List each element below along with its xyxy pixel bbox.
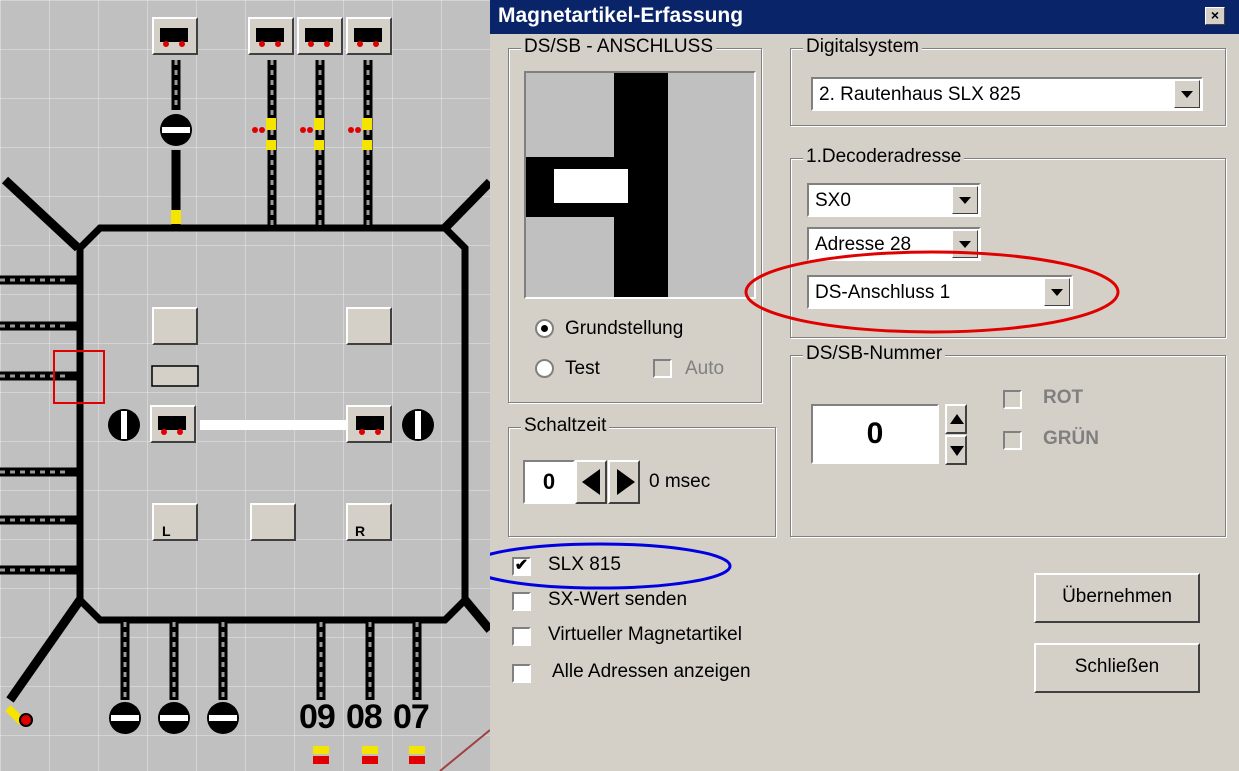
spin-down-button[interactable] bbox=[945, 435, 967, 465]
bus-select[interactable]: SX0 bbox=[807, 183, 981, 217]
track-label-07: 07 bbox=[393, 698, 430, 736]
radio-grundstellung[interactable] bbox=[535, 319, 554, 338]
gruen-label: GRÜN bbox=[1043, 428, 1099, 449]
anschluss-select[interactable]: DS-Anschluss 1 bbox=[807, 275, 1073, 309]
radio-test[interactable] bbox=[535, 359, 554, 378]
dssb-preview bbox=[524, 71, 756, 299]
schaltzeit-group: Schaltzeit 0 0 msec bbox=[508, 415, 776, 537]
rotate-right-button[interactable] bbox=[346, 307, 392, 345]
digitalsystem-legend: Digitalsystem bbox=[803, 36, 922, 58]
rot-label: ROT bbox=[1043, 387, 1084, 408]
track-plan-grid bbox=[0, 0, 490, 771]
track-label-09: 09 bbox=[299, 698, 336, 736]
dssb-anschluss-group: DS/SB - ANSCHLUSS Grundstellung Test Aut… bbox=[508, 36, 762, 403]
digitalsystem-select[interactable]: 2. Rautenhaus SLX 825 bbox=[811, 77, 1203, 111]
schaltzeit-decrease-button[interactable] bbox=[575, 460, 607, 504]
dssb-nummer-legend: DS/SB-Nummer bbox=[803, 343, 946, 365]
auto-checkbox[interactable] bbox=[653, 359, 672, 378]
arrow-left-icon bbox=[582, 469, 600, 495]
sxwert-checkbox[interactable] bbox=[512, 592, 531, 611]
virtuell-checkbox[interactable] bbox=[512, 627, 531, 646]
dssb-nummer-value[interactable]: 0 bbox=[811, 404, 939, 464]
schaltzeit-number: 0 bbox=[542, 469, 556, 494]
turn-left-button[interactable] bbox=[152, 503, 198, 541]
arrow-up-icon bbox=[950, 414, 964, 424]
locomotive-icon[interactable] bbox=[248, 17, 294, 55]
alle-adressen-label: Alle Adressen anzeigen bbox=[552, 661, 751, 682]
track-label-08: 08 bbox=[346, 698, 383, 736]
alle-adressen-checkbox[interactable] bbox=[512, 664, 531, 683]
uebernehmen-label: Übernehmen bbox=[1062, 586, 1172, 607]
chevron-down-icon[interactable] bbox=[952, 230, 978, 258]
schliessen-button[interactable]: Schließen bbox=[1034, 643, 1200, 693]
radio-test-label: Test bbox=[565, 358, 600, 379]
rotate-left-button[interactable] bbox=[152, 307, 198, 345]
schaltzeit-increase-button[interactable] bbox=[608, 460, 640, 504]
dssb-anschluss-legend: DS/SB - ANSCHLUSS bbox=[521, 36, 716, 58]
slx815-label: SLX 815 bbox=[548, 554, 621, 575]
arrow-down-icon bbox=[950, 446, 964, 456]
gruen-checkbox[interactable] bbox=[1003, 431, 1022, 450]
turn-right-button[interactable] bbox=[346, 503, 392, 541]
decoderadresse-legend: 1.Decoderadresse bbox=[803, 146, 965, 168]
address-value: Adresse 28 bbox=[815, 234, 912, 255]
magnetartikel-dialog: Magnetartikel-Erfassung × DS/SB - ANSCHL… bbox=[490, 0, 1239, 771]
slx815-checkbox[interactable]: ✔ bbox=[512, 557, 531, 576]
uebernehmen-button[interactable]: Übernehmen bbox=[1034, 573, 1200, 623]
chevron-down-icon[interactable] bbox=[1044, 278, 1070, 306]
close-button[interactable]: × bbox=[1205, 7, 1225, 25]
auto-label: Auto bbox=[685, 358, 725, 379]
dssb-nummer-number: 0 bbox=[866, 417, 884, 450]
spin-up-button[interactable] bbox=[945, 404, 967, 434]
schliessen-label: Schließen bbox=[1074, 656, 1160, 677]
address-select[interactable]: Adresse 28 bbox=[807, 227, 981, 261]
schaltzeit-legend: Schaltzeit bbox=[521, 415, 610, 437]
dssb-nummer-group: DS/SB-Nummer 0 ROT GRÜN bbox=[790, 343, 1226, 537]
locomotive-icon[interactable] bbox=[152, 17, 198, 55]
radio-grundstellung-label: Grundstellung bbox=[565, 318, 684, 339]
title-bar: Magnetartikel-Erfassung × bbox=[490, 0, 1239, 34]
locomotive-icon[interactable] bbox=[297, 17, 343, 55]
schaltzeit-value[interactable]: 0 bbox=[523, 460, 575, 504]
rot-checkbox[interactable] bbox=[1003, 390, 1022, 409]
schaltzeit-unit: 0 msec bbox=[649, 471, 711, 492]
digitalsystem-group: Digitalsystem 2. Rautenhaus SLX 825 bbox=[790, 36, 1226, 126]
chevron-down-icon[interactable] bbox=[1174, 80, 1200, 108]
digitalsystem-value: 2. Rautenhaus SLX 825 bbox=[819, 84, 1021, 105]
chevron-down-icon[interactable] bbox=[952, 186, 978, 214]
turn-around-button[interactable] bbox=[250, 503, 296, 541]
track-plan[interactable]: L R 09 08 07 bbox=[0, 0, 490, 771]
locomotive-icon[interactable] bbox=[150, 405, 196, 443]
anschluss-value: DS-Anschluss 1 bbox=[815, 282, 951, 303]
locomotive-icon[interactable] bbox=[346, 17, 392, 55]
arrow-right-icon bbox=[617, 469, 635, 495]
dialog-title: Magnetartikel-Erfassung bbox=[498, 4, 744, 27]
locomotive-icon[interactable] bbox=[346, 405, 392, 443]
virtuell-label: Virtueller Magnetartikel bbox=[548, 624, 742, 645]
sxwert-label: SX-Wert senden bbox=[548, 589, 688, 610]
decoderadresse-group: 1.Decoderadresse SX0 Adresse 28 DS-Ansch… bbox=[790, 146, 1226, 338]
bus-value: SX0 bbox=[815, 190, 851, 211]
